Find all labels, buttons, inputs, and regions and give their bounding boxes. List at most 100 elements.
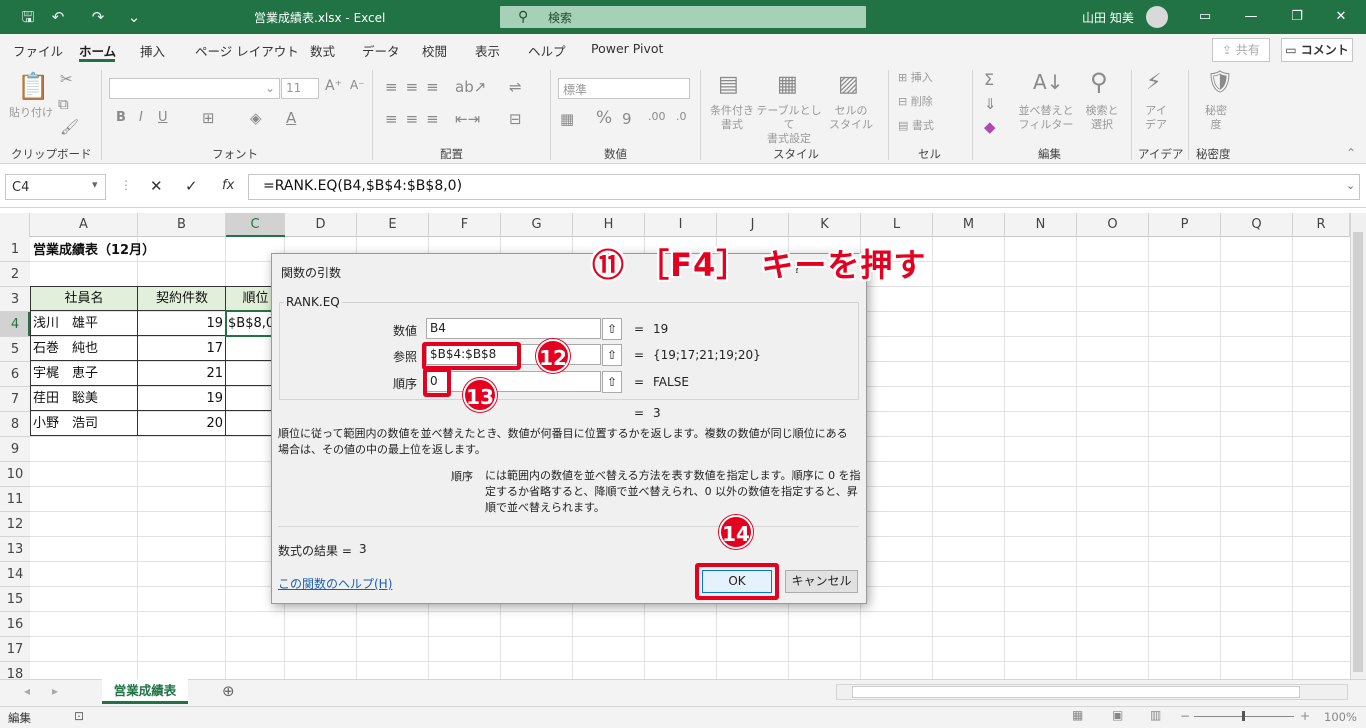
column-header[interactable]: I (645, 213, 717, 237)
tab-power-pivot[interactable]: Power Pivot (591, 41, 663, 56)
ideas-label[interactable]: アイ デア (1136, 104, 1176, 132)
clear-icon[interactable]: ◆ (984, 118, 996, 136)
column-header[interactable]: Q (1221, 213, 1293, 237)
column-header[interactable]: N (1005, 213, 1077, 237)
orientation-icon[interactable]: ab↗ (455, 78, 486, 96)
cell-styles-icon[interactable]: ▨ (838, 72, 859, 97)
row-header[interactable]: 16 (0, 612, 30, 637)
sensitivity-label[interactable]: 秘密 度 (1196, 104, 1236, 132)
conditional-format-label[interactable]: 条件付き 書式 (705, 104, 759, 132)
restore-icon[interactable]: ❐ (1279, 6, 1315, 28)
row-header[interactable]: 17 (0, 637, 30, 662)
page-break-view-icon[interactable]: ▥ (1150, 708, 1161, 722)
comment-button[interactable]: ▭ コメント (1281, 38, 1353, 62)
column-header[interactable]: H (573, 213, 645, 237)
macro-record-icon[interactable]: ⊡ (74, 709, 84, 723)
collapse-dialog-icon[interactable]: ⇧ (602, 344, 622, 366)
select-all-button[interactable] (0, 213, 30, 237)
column-header[interactable]: B (138, 213, 226, 237)
find-select-icon[interactable]: ⚲ (1090, 68, 1108, 96)
shrink-font-icon[interactable]: A⁻ (350, 78, 365, 92)
row-header[interactable]: 15 (0, 587, 30, 612)
minimize-icon[interactable]: — (1233, 6, 1269, 28)
horizontal-align-icons[interactable]: ≡≡≡ (385, 110, 447, 128)
ribbon-display-icon[interactable]: ▭ (1187, 6, 1223, 28)
confirm-edit-icon[interactable]: ✓ (185, 177, 198, 195)
column-header[interactable]: P (1149, 213, 1221, 237)
formula-input[interactable]: =RANK.EQ(B4,$B$4:$B$8,0) (248, 174, 1360, 200)
redo-icon[interactable]: ↷ (86, 6, 110, 28)
avatar[interactable] (1146, 6, 1168, 28)
tab-next-icon[interactable]: ▸ (52, 684, 58, 698)
cancel-edit-icon[interactable]: ✕ (150, 177, 163, 195)
column-header[interactable]: C (226, 213, 285, 237)
comma-icon[interactable]: 9 (622, 110, 632, 128)
tab-help[interactable]: ヘルプ (528, 41, 566, 60)
font-size-combo[interactable]: 11 (281, 78, 319, 99)
row-header[interactable]: 14 (0, 562, 30, 587)
format-table-label[interactable]: テーブルとして 書式設定 (756, 104, 822, 146)
normal-view-icon[interactable]: ▦ (1072, 708, 1083, 722)
tab-file[interactable]: ファイル (13, 41, 63, 60)
percent-icon[interactable]: % (596, 108, 612, 128)
tab-review[interactable]: 校閲 (422, 41, 447, 60)
customize-qat-icon[interactable]: ⌄ (122, 6, 146, 28)
arg-input-number[interactable]: B4 (426, 318, 601, 339)
search-box[interactable]: ⚲ 検索 (500, 6, 866, 28)
column-header[interactable]: R (1293, 213, 1350, 237)
delete-cells-button[interactable]: ⊟ 削除 (898, 95, 960, 109)
column-header[interactable]: A (30, 213, 138, 237)
add-sheet-icon[interactable]: ⊕ (222, 682, 235, 700)
zoom-level[interactable]: 100% (1324, 710, 1357, 724)
horizontal-scroll-thumb[interactable] (852, 686, 1300, 698)
format-painter-icon[interactable]: 🖌 (60, 118, 79, 136)
font-name-combo[interactable]: ⌄ (109, 78, 280, 99)
paste-label[interactable]: 貼り付け (8, 106, 54, 120)
find-select-label[interactable]: 検索と 選択 (1078, 104, 1126, 132)
paste-icon[interactable]: 📋 (17, 72, 49, 102)
row-header[interactable]: 3 (0, 287, 30, 312)
tab-formulas[interactable]: 数式 (310, 41, 335, 60)
function-help-link[interactable]: この関数のヘルプ(H) (278, 575, 392, 592)
page-layout-view-icon[interactable]: ▣ (1112, 708, 1123, 722)
row-header[interactable]: 5 (0, 337, 30, 362)
increase-decimal-icon[interactable]: .00 (648, 110, 666, 123)
sheet-title-cell[interactable]: 営業成績表（12月） (33, 238, 155, 263)
column-header[interactable]: G (501, 213, 573, 237)
column-header[interactable]: E (357, 213, 429, 237)
italic-icon[interactable]: I (139, 110, 143, 125)
row-header[interactable]: 8 (0, 412, 30, 437)
sort-filter-icon[interactable]: A↓ (1033, 70, 1063, 94)
vertical-align-icons[interactable]: ≡≡≡ (385, 78, 447, 96)
zoom-in-icon[interactable]: + (1300, 709, 1310, 723)
grow-font-icon[interactable]: A⁺ (325, 78, 342, 94)
insert-cells-button[interactable]: ⊞ 挿入 (898, 71, 960, 85)
zoom-out-icon[interactable]: − (1180, 709, 1190, 723)
tab-page-layout[interactable]: ページ レイアウト (195, 41, 299, 60)
indent-icons[interactable]: ⇤⇥ (455, 110, 480, 128)
tab-data[interactable]: データ (362, 41, 400, 60)
vertical-scroll-thumb[interactable] (1353, 232, 1363, 672)
number-format-combo[interactable]: 標準 (558, 78, 690, 99)
expand-formula-icon[interactable]: ⌄ (1346, 179, 1355, 192)
underline-icon[interactable]: U (158, 110, 168, 125)
fill-icon[interactable]: ⇓ (984, 95, 997, 113)
name-box[interactable]: C4 (5, 174, 106, 200)
column-header[interactable]: D (285, 213, 357, 237)
row-header[interactable]: 2 (0, 262, 30, 287)
format-cells-button[interactable]: ▤ 書式 (898, 119, 960, 133)
column-header[interactable]: F (429, 213, 501, 237)
accounting-icon[interactable]: ▦ (560, 110, 574, 128)
collapse-dialog-icon[interactable]: ⇧ (602, 371, 622, 393)
cancel-button[interactable]: キャンセル (785, 570, 858, 593)
tab-view[interactable]: 表示 (475, 41, 500, 60)
sort-filter-label[interactable]: 並べ替えと フィルター (1016, 104, 1076, 132)
column-header[interactable]: O (1077, 213, 1149, 237)
row-header[interactable]: 12 (0, 512, 30, 537)
format-table-icon[interactable]: ▦ (777, 72, 798, 97)
column-header[interactable]: L (861, 213, 933, 237)
borders-icon[interactable]: ⊞ (202, 109, 215, 127)
tab-insert[interactable]: 挿入 (140, 41, 165, 60)
cell-styles-label[interactable]: セルの スタイル (824, 104, 878, 132)
tab-prev-icon[interactable]: ◂ (24, 684, 30, 698)
